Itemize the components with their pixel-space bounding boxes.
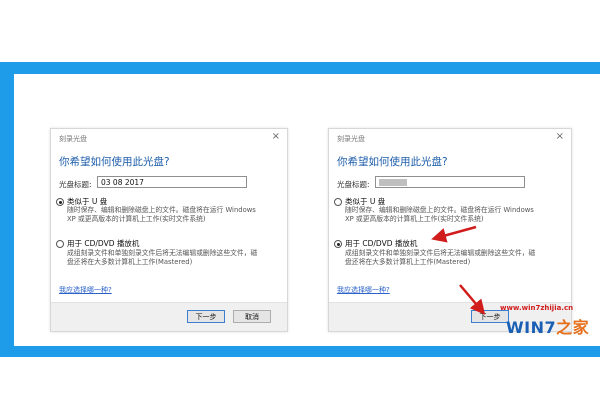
- disc-title-input[interactable]: 03 08 2017: [97, 176, 247, 188]
- cd-dvd-radio[interactable]: [56, 240, 64, 248]
- blurred-disc-title: [379, 179, 407, 186]
- usb-flash-option-desc: XP 或更高版本的计算机上工作(实时文件系统): [67, 215, 206, 223]
- burn-disc-dialog-right: 刻录光盘 × 你希望如何使用此光盘? 光盘标题: 类似于 U 盘 随时保存、编辑…: [328, 128, 572, 332]
- site-watermark: www.win7zhijia.cn WIN7之家: [500, 304, 592, 346]
- usb-flash-option-desc: XP 或更高版本的计算机上工作(实时文件系统): [345, 215, 484, 223]
- cd-dvd-option-desc: 成组刻录文件和单独刻录文件后将无法编辑或删除这些文件，磁: [345, 249, 536, 257]
- next-button[interactable]: 下一步: [187, 310, 225, 323]
- cd-dvd-option-desc: 盘还将在大多数计算机上工作(Mastered): [67, 258, 193, 266]
- close-icon[interactable]: ×: [556, 131, 564, 143]
- usb-flash-radio[interactable]: [334, 198, 342, 206]
- dialog-question: 你希望如何使用此光盘?: [59, 156, 170, 168]
- watermark-logo: WIN7之家: [506, 318, 590, 337]
- cd-dvd-option-title[interactable]: 用于 CD/DVD 播放机: [67, 238, 139, 249]
- cd-dvd-option-title[interactable]: 用于 CD/DVD 播放机: [345, 238, 417, 249]
- burn-disc-dialog-left: 刻录光盘 × 你希望如何使用此光盘? 光盘标题: 03 08 2017 类似于 …: [50, 128, 288, 332]
- watermark-url: www.win7zhijia.cn: [500, 304, 574, 312]
- dialog-title: 刻录光盘: [337, 135, 365, 143]
- cd-dvd-radio[interactable]: [334, 240, 342, 248]
- which-one-link[interactable]: 我应选择哪一种?: [59, 285, 112, 295]
- dialog-footer: 下一步 取消: [51, 302, 287, 331]
- usb-flash-radio[interactable]: [56, 198, 64, 206]
- usb-flash-option-desc: 随时保存、编辑和删除磁盘上的文件。磁盘将在运行 Windows: [67, 206, 256, 214]
- which-one-link[interactable]: 我应选择哪一种?: [337, 285, 390, 295]
- disc-title-label: 光盘标题:: [59, 180, 92, 189]
- dialog-question: 你希望如何使用此光盘?: [337, 156, 448, 168]
- dialog-title: 刻录光盘: [59, 135, 87, 143]
- disc-title-input[interactable]: [375, 176, 525, 188]
- cancel-button[interactable]: 取消: [233, 310, 271, 323]
- cd-dvd-option-desc: 成组刻录文件和单独刻录文件后将无法编辑或删除这些文件，磁: [67, 249, 258, 257]
- cd-dvd-option-desc: 盘还将在大多数计算机上工作(Mastered): [345, 258, 471, 266]
- usb-flash-option-desc: 随时保存、编辑和删除磁盘上的文件。磁盘将在运行 Windows: [345, 206, 534, 214]
- close-icon[interactable]: ×: [272, 131, 280, 143]
- disc-title-label: 光盘标题:: [337, 180, 370, 189]
